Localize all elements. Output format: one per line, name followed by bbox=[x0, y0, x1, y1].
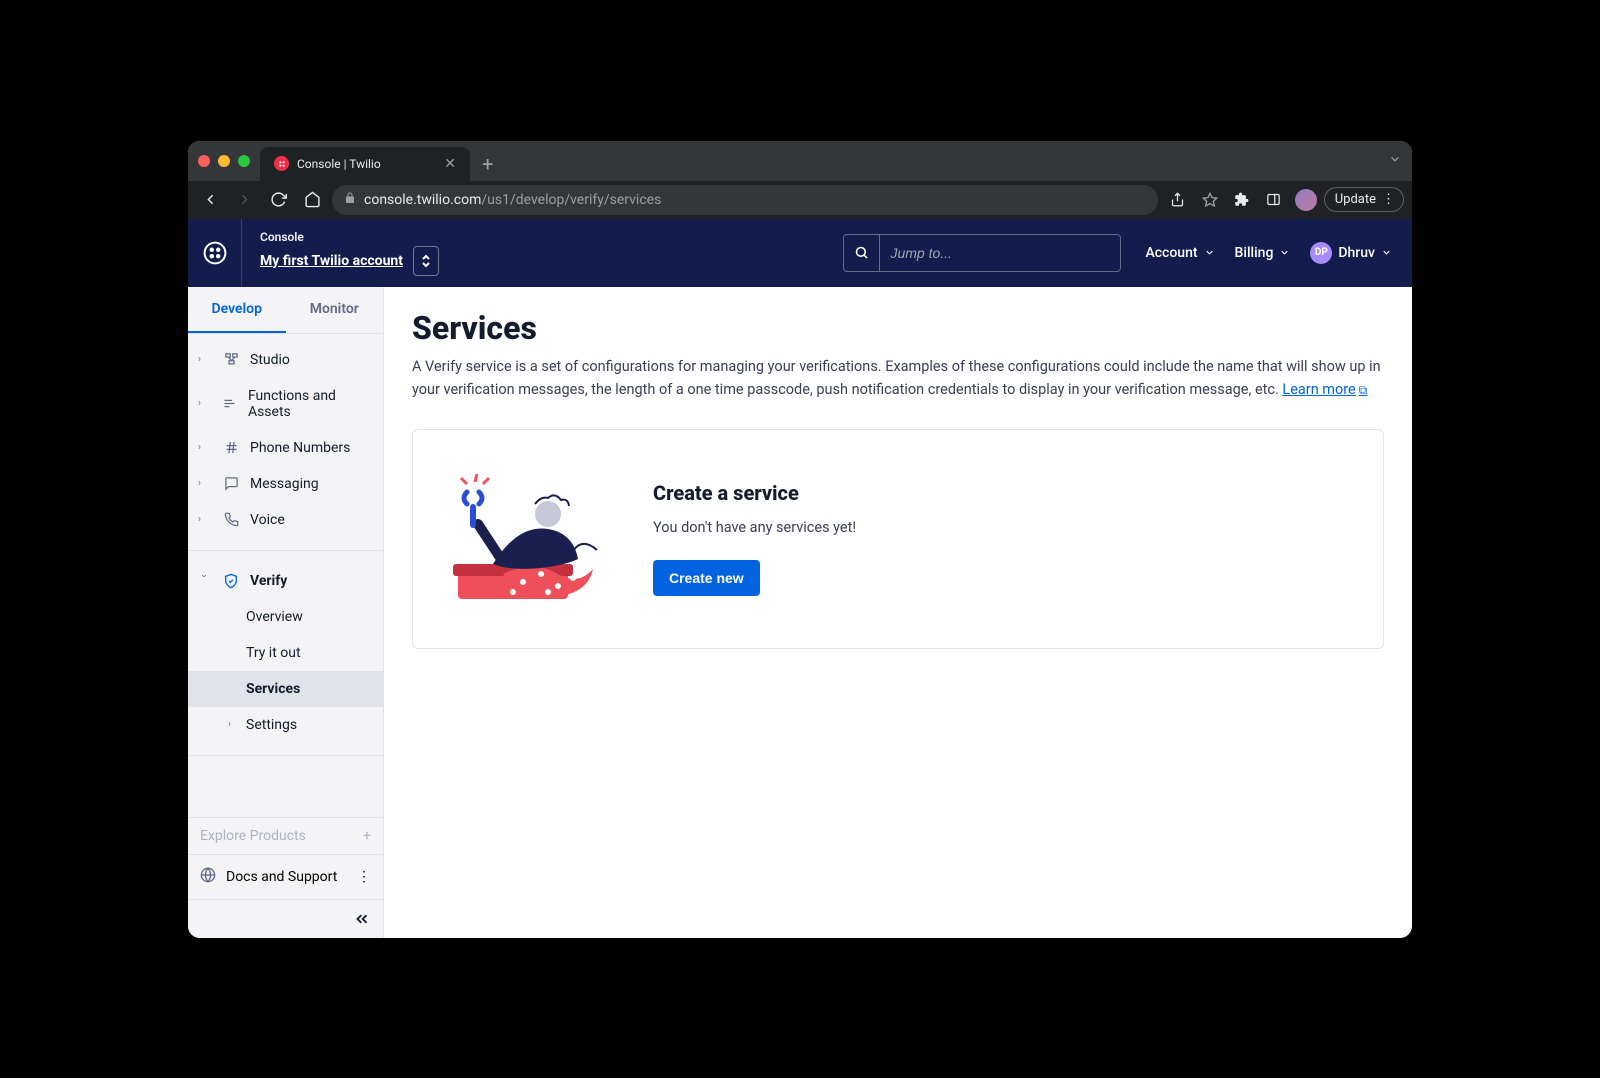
external-link-icon: ⧉ bbox=[1359, 383, 1368, 397]
extensions-button[interactable] bbox=[1228, 186, 1256, 214]
search-button[interactable] bbox=[844, 235, 880, 271]
app-body: Develop Monitor › Studio › Functions and… bbox=[188, 287, 1412, 938]
more-icon[interactable]: ⋮ bbox=[357, 869, 371, 885]
tabs-overflow-button[interactable] bbox=[1388, 151, 1402, 170]
bookmark-button[interactable] bbox=[1196, 186, 1224, 214]
sidebar-item-label: Messaging bbox=[250, 476, 319, 492]
sidebar: Develop Monitor › Studio › Functions and… bbox=[188, 287, 384, 938]
back-button[interactable] bbox=[196, 186, 224, 214]
docs-and-support[interactable]: Docs and Support ⋮ bbox=[188, 854, 383, 899]
more-icon: ⋮ bbox=[1382, 192, 1395, 207]
chevron-right-icon: › bbox=[198, 514, 210, 525]
account-name-link[interactable]: My first Twilio account bbox=[260, 253, 403, 269]
create-new-button[interactable]: Create new bbox=[653, 560, 760, 596]
sidebar-item-messaging[interactable]: › Messaging bbox=[188, 466, 383, 502]
url-path: /us1/develop/verify/services bbox=[481, 192, 661, 208]
user-menu[interactable]: DP Dhruv bbox=[1310, 242, 1392, 264]
page-description: A Verify service is a set of configurati… bbox=[412, 355, 1384, 401]
chevron-right-icon: › bbox=[198, 398, 209, 409]
card-body: Create a service You don't have any serv… bbox=[653, 481, 856, 596]
home-button[interactable] bbox=[298, 186, 326, 214]
sidebar-sub-tryit[interactable]: Try it out bbox=[188, 635, 383, 671]
docs-label: Docs and Support bbox=[226, 869, 337, 885]
sidebar-tabs: Develop Monitor bbox=[188, 287, 383, 334]
sidebar-item-label: Settings bbox=[246, 717, 297, 733]
app-root: Console My first Twilio account Account bbox=[188, 219, 1412, 938]
account-block: Console My first Twilio account bbox=[242, 230, 457, 276]
messaging-icon bbox=[222, 476, 240, 491]
tab-close-button[interactable]: ✕ bbox=[444, 156, 456, 172]
window-controls bbox=[198, 155, 250, 167]
sidebar-sub-services[interactable]: Services bbox=[188, 671, 383, 707]
tab-title: Console | Twilio bbox=[297, 157, 381, 171]
chevron-right-icon: › bbox=[198, 442, 210, 453]
forward-button[interactable] bbox=[230, 186, 258, 214]
new-tab-button[interactable]: + bbox=[482, 147, 493, 181]
card-text: You don't have any services yet! bbox=[653, 519, 856, 536]
studio-icon bbox=[222, 352, 240, 367]
sidebar-sub-settings[interactable]: › Settings bbox=[188, 707, 383, 743]
sidebar-separator bbox=[188, 550, 383, 551]
sidebar-sub-overview[interactable]: Overview bbox=[188, 599, 383, 635]
share-button[interactable] bbox=[1164, 186, 1192, 214]
learn-more-link[interactable]: Learn more⧉ bbox=[1282, 381, 1367, 398]
browser-toolbar: console.twilio.com/us1/develop/verify/se… bbox=[188, 181, 1412, 219]
chevron-right-icon: › bbox=[228, 719, 238, 730]
explore-products[interactable]: Explore Products + bbox=[188, 817, 383, 854]
sidebar-item-label: Phone Numbers bbox=[250, 440, 350, 456]
sidebar-item-verify[interactable]: › Verify bbox=[188, 563, 383, 599]
browser-tab-bar: Console | Twilio ✕ + bbox=[188, 141, 1412, 181]
sidebar-item-phone-numbers[interactable]: › Phone Numbers bbox=[188, 430, 383, 466]
globe-icon bbox=[200, 867, 216, 887]
chevron-right-icon: › bbox=[198, 354, 210, 365]
twilio-favicon bbox=[274, 156, 289, 171]
twilio-logo[interactable] bbox=[188, 219, 242, 287]
sidebar-item-studio[interactable]: › Studio bbox=[188, 342, 383, 378]
sidebar-item-label: Verify bbox=[250, 573, 287, 589]
account-switcher-button[interactable] bbox=[413, 246, 439, 276]
functions-icon bbox=[221, 396, 238, 411]
illustration bbox=[453, 474, 613, 604]
plus-icon: + bbox=[363, 828, 371, 844]
lock-icon bbox=[344, 192, 356, 207]
card-title: Create a service bbox=[653, 481, 856, 505]
topnav: Console My first Twilio account Account bbox=[188, 219, 1412, 287]
user-avatar: DP bbox=[1310, 242, 1332, 264]
sidebar-item-label: Functions and Assets bbox=[248, 388, 373, 420]
search-input[interactable] bbox=[880, 245, 1120, 261]
collapse-sidebar-button[interactable] bbox=[188, 899, 383, 938]
sidebar-item-label: Studio bbox=[250, 352, 290, 368]
tab-monitor[interactable]: Monitor bbox=[286, 287, 384, 333]
sidebar-item-label: Voice bbox=[250, 512, 285, 528]
main-content: Services A Verify service is a set of co… bbox=[384, 287, 1412, 938]
close-window-button[interactable] bbox=[198, 155, 210, 167]
browser-window: Console | Twilio ✕ + console.twilio.com/… bbox=[188, 141, 1412, 938]
console-label: Console bbox=[260, 230, 439, 244]
chevron-down-icon: › bbox=[199, 575, 210, 587]
update-button[interactable]: Update ⋮ bbox=[1324, 187, 1404, 212]
empty-state-card: Create a service You don't have any serv… bbox=[412, 429, 1384, 649]
tab-develop[interactable]: Develop bbox=[188, 287, 286, 333]
sidebar-item-functions[interactable]: › Functions and Assets bbox=[188, 378, 383, 430]
page-title: Services bbox=[412, 309, 1384, 347]
hash-icon bbox=[222, 440, 240, 455]
maximize-window-button[interactable] bbox=[238, 155, 250, 167]
minimize-window-button[interactable] bbox=[218, 155, 230, 167]
panel-button[interactable] bbox=[1260, 186, 1288, 214]
chevron-right-icon: › bbox=[198, 478, 210, 489]
verify-icon bbox=[222, 573, 240, 589]
browser-tab[interactable]: Console | Twilio ✕ bbox=[260, 147, 470, 181]
billing-menu[interactable]: Billing bbox=[1235, 245, 1291, 261]
url-host: console.twilio.com bbox=[364, 192, 481, 208]
profile-avatar[interactable] bbox=[1292, 186, 1320, 214]
nav-right: Account Billing DP Dhruv bbox=[1145, 242, 1392, 264]
sidebar-separator bbox=[188, 755, 383, 756]
address-bar[interactable]: console.twilio.com/us1/develop/verify/se… bbox=[332, 185, 1158, 215]
voice-icon bbox=[222, 512, 240, 527]
search bbox=[843, 234, 1121, 272]
reload-button[interactable] bbox=[264, 186, 292, 214]
account-menu[interactable]: Account bbox=[1145, 245, 1214, 261]
sidebar-item-voice[interactable]: › Voice bbox=[188, 502, 383, 538]
sidebar-list: › Studio › Functions and Assets › Phone … bbox=[188, 334, 383, 776]
